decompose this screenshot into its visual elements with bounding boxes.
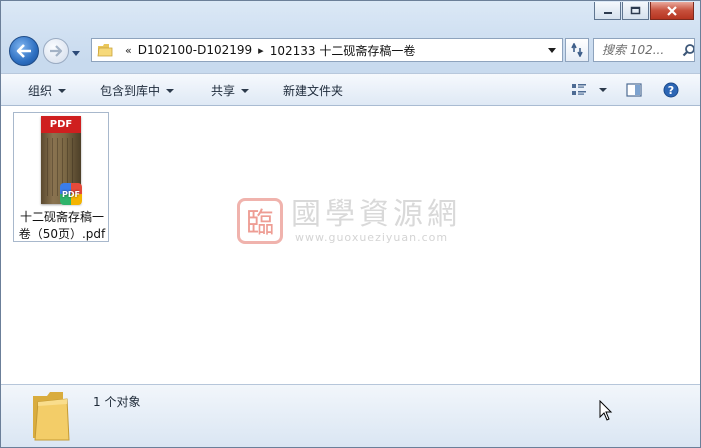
details-pane: 1 个对象 bbox=[1, 384, 700, 447]
maximize-icon bbox=[630, 6, 641, 15]
organize-menu[interactable]: 组织 bbox=[28, 82, 67, 99]
window-controls bbox=[594, 2, 694, 20]
chevron-down-icon bbox=[241, 88, 250, 93]
file-list: PDF PDF 十二砚斋存稿一卷（50页）.pdf 臨 國學資源網 www.gu… bbox=[1, 106, 700, 384]
forward-arrow-icon bbox=[50, 45, 63, 57]
include-in-library-label: 包含到库中 bbox=[100, 84, 161, 98]
close-icon bbox=[667, 5, 677, 16]
navigation-bar: « D102100-D102199 ▸ 102133 十二砚斋存稿一卷 bbox=[7, 35, 695, 67]
help-icon: ? bbox=[663, 82, 679, 98]
share-label: 共享 bbox=[211, 84, 236, 98]
share-menu[interactable]: 共享 bbox=[211, 82, 250, 99]
minimize-button[interactable] bbox=[594, 2, 621, 20]
file-name[interactable]: 十二砚斋存稿一卷（50页）.pdf bbox=[15, 209, 109, 243]
chevron-down-icon bbox=[166, 88, 175, 93]
back-arrow-icon bbox=[16, 44, 31, 58]
file-item[interactable]: PDF PDF 十二砚斋存稿一卷（50页）.pdf bbox=[13, 112, 109, 242]
back-button[interactable] bbox=[9, 36, 39, 66]
new-folder-button[interactable]: 新建文件夹 bbox=[283, 82, 343, 99]
maximize-button[interactable] bbox=[622, 2, 649, 20]
item-count: 1 个对象 bbox=[93, 395, 141, 409]
history-dropdown-icon bbox=[72, 51, 80, 56]
new-folder-label: 新建文件夹 bbox=[283, 84, 344, 98]
breadcrumb-item-range[interactable]: D102100-D102199 bbox=[138, 43, 252, 57]
explorer-window: « D102100-D102199 ▸ 102133 十二砚斋存稿一卷 组织 包… bbox=[0, 0, 701, 448]
watermark-title: 國學資源網 bbox=[291, 196, 461, 232]
include-in-library-menu[interactable]: 包含到库中 bbox=[100, 82, 175, 99]
chevron-down-icon bbox=[58, 88, 67, 93]
folder-icon bbox=[33, 392, 70, 441]
pdf-badge-label: PDF bbox=[62, 189, 80, 199]
view-options-icon bbox=[572, 84, 586, 95]
breadcrumb-overflow[interactable]: « bbox=[125, 44, 132, 57]
close-button[interactable] bbox=[650, 2, 694, 20]
refresh-button[interactable] bbox=[565, 38, 589, 62]
command-bar: 组织 包含到库中 共享 新建文件夹 ? bbox=[1, 73, 700, 106]
breadcrumb-item-current[interactable]: 102133 十二砚斋存稿一卷 bbox=[270, 42, 416, 59]
view-options-button[interactable] bbox=[571, 80, 607, 100]
breadcrumb-separator[interactable]: ▸ bbox=[258, 44, 264, 57]
chevron-down-icon[interactable] bbox=[547, 47, 557, 55]
mouse-cursor-icon bbox=[599, 400, 613, 421]
preview-pane-button[interactable] bbox=[626, 80, 642, 100]
organize-label: 组织 bbox=[28, 84, 53, 98]
refresh-icon bbox=[571, 43, 583, 57]
history-dropdown[interactable] bbox=[71, 47, 81, 61]
chevron-down-icon[interactable] bbox=[599, 88, 607, 92]
watermark-text-block: 國學資源網 www.guoxueziyuan.com bbox=[291, 196, 461, 244]
watermark-url: www.guoxueziyuan.com bbox=[295, 230, 449, 244]
watermark: 臨 國學資源網 www.guoxueziyuan.com bbox=[237, 198, 461, 244]
search-box[interactable] bbox=[593, 38, 695, 62]
address-bar[interactable]: « D102100-D102199 ▸ 102133 十二砚斋存稿一卷 bbox=[91, 38, 563, 62]
pdf-thumbnail-label: PDF bbox=[41, 116, 81, 133]
preview-pane-icon bbox=[626, 83, 642, 97]
search-icon[interactable] bbox=[682, 43, 694, 57]
svg-text:?: ? bbox=[668, 84, 674, 97]
search-input[interactable] bbox=[600, 42, 680, 58]
pdf-app-icon: PDF bbox=[60, 183, 82, 205]
help-button[interactable]: ? bbox=[663, 80, 679, 100]
forward-button[interactable] bbox=[43, 38, 69, 64]
folder-icon bbox=[97, 44, 113, 57]
watermark-seal-icon: 臨 bbox=[237, 198, 283, 244]
minimize-icon bbox=[603, 11, 612, 14]
